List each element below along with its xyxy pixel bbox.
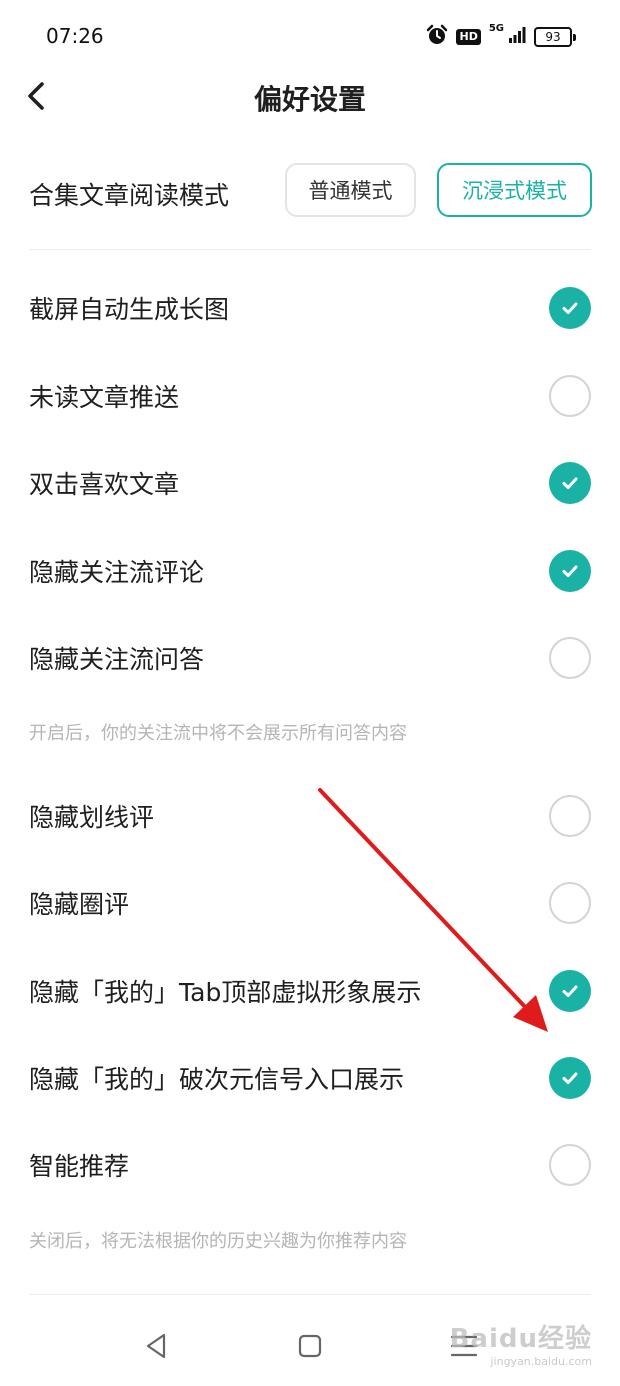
network-type-label: 5G (488, 23, 504, 34)
checked-icon[interactable] (549, 287, 591, 329)
battery-icon: 93 (534, 27, 576, 47)
nav-home-button[interactable] (290, 1326, 330, 1366)
checked-icon[interactable] (549, 550, 591, 592)
status-time: 07:26 (46, 24, 104, 48)
unchecked-icon[interactable] (549, 1144, 591, 1186)
unchecked-icon[interactable] (549, 795, 591, 837)
setting-smart-recommend[interactable]: 智能推荐 (0, 1125, 620, 1205)
baidu-jingyan-watermark: Baidu经验 jingyan.baidu.com (450, 1318, 592, 1368)
signal-icon (508, 26, 526, 48)
setting-screenshot-long-image[interactable]: 截屏自动生成长图 (0, 268, 620, 348)
setting-hide-circle-comments[interactable]: 隐藏圈评 (0, 863, 620, 943)
checked-icon[interactable] (549, 1057, 591, 1099)
setting-label: 截屏自动生成长图 (29, 295, 230, 324)
unchecked-icon[interactable] (549, 882, 591, 924)
unchecked-icon[interactable] (549, 637, 591, 679)
hint-smart-recommend: 关闭后，将无法根据你的历史兴趣为你推荐内容 (29, 1231, 407, 1252)
immersive-mode-button[interactable]: 沉浸式模式 (437, 163, 592, 217)
setting-hide-underline-comments[interactable]: 隐藏划线评 (0, 776, 620, 856)
setting-hide-follow-qa[interactable]: 隐藏关注流问答 (0, 618, 620, 698)
hint-follow-qa: 开启后，你的关注流中将不会展示所有问答内容 (29, 723, 407, 744)
setting-hide-signal-entry[interactable]: 隐藏「我的」破次元信号入口展示 (0, 1038, 620, 1118)
nav-back-button[interactable] (136, 1326, 176, 1366)
hd-badge: HD (456, 29, 481, 45)
header: 偏好设置 (0, 62, 620, 132)
setting-label: 隐藏关注流评论 (29, 558, 205, 587)
setting-label: 隐藏「我的」Tab顶部虚拟形象展示 (29, 978, 422, 1007)
status-icons: HD 5G 93 (426, 24, 576, 50)
square-home-icon (298, 1334, 322, 1358)
setting-hide-avatar-display[interactable]: 隐藏「我的」Tab顶部虚拟形象展示 (0, 951, 620, 1031)
alarm-icon (426, 24, 448, 50)
setting-hide-follow-comments[interactable]: 隐藏关注流评论 (0, 531, 620, 611)
divider (29, 249, 591, 250)
setting-label: 隐藏关注流问答 (29, 645, 205, 674)
setting-double-tap-like[interactable]: 双击喜欢文章 (0, 443, 620, 523)
setting-label: 未读文章推送 (29, 383, 180, 412)
setting-label: 隐藏圈评 (29, 890, 130, 919)
watermark-sub-text: jingyan.baidu.com (490, 1355, 592, 1368)
battery-level: 93 (534, 27, 572, 47)
setting-unread-push[interactable]: 未读文章推送 (0, 356, 620, 436)
checked-icon[interactable] (549, 970, 591, 1012)
normal-mode-button[interactable]: 普通模式 (285, 163, 416, 217)
unchecked-icon[interactable] (549, 375, 591, 417)
reading-mode-row: 合集文章阅读模式 普通模式 沉浸式模式 (0, 160, 620, 226)
checked-icon[interactable] (549, 462, 591, 504)
reading-mode-label: 合集文章阅读模式 (29, 181, 230, 210)
triangle-back-icon (146, 1333, 166, 1359)
setting-label: 双击喜欢文章 (29, 470, 180, 499)
divider (29, 1294, 591, 1295)
setting-label: 智能推荐 (29, 1152, 130, 1181)
setting-label: 隐藏划线评 (29, 803, 155, 832)
watermark-main-text: Baidu经验 (449, 1324, 592, 1354)
page-title: 偏好设置 (253, 83, 366, 116)
setting-label: 隐藏「我的」破次元信号入口展示 (29, 1065, 405, 1094)
